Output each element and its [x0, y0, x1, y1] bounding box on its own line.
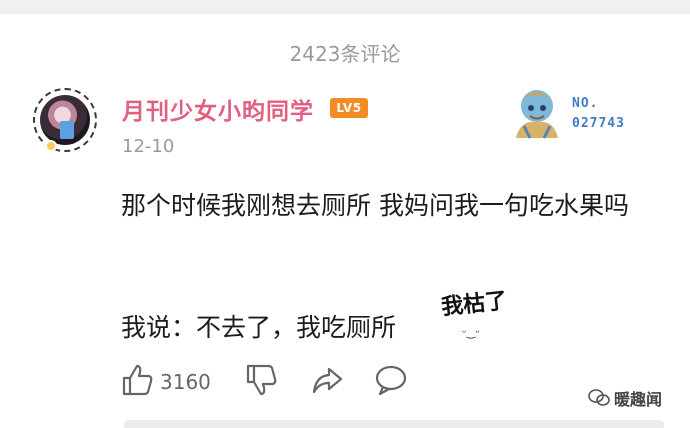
watermark: 暖趣闻: [588, 386, 662, 410]
card-number-value: 027743: [572, 116, 625, 131]
share-icon[interactable]: [310, 362, 344, 398]
avatar-badge-dot: [45, 140, 57, 152]
avatar-phone-detail: [60, 121, 74, 139]
comment-text-paragraph2: 我说：不去了，我吃厕所: [121, 313, 397, 342]
sticker-face-icon: ᵕ‿ᵕ: [462, 326, 480, 339]
like-icon[interactable]: [120, 362, 154, 398]
comment-date: 12-10: [122, 136, 175, 157]
comment-count-header: 2423条评论: [289, 42, 401, 66]
like-count: 3160: [160, 370, 211, 394]
username[interactable]: 月刊少女小昀同学: [122, 92, 314, 126]
watermark-text: 暖趣闻: [614, 390, 663, 409]
top-divider: [0, 0, 690, 14]
level-badge: LV5: [330, 98, 368, 118]
user-avatar[interactable]: [33, 88, 97, 152]
next-comment-edge: [124, 420, 664, 428]
sticker-text: 我枯了: [440, 287, 509, 321]
comment-text-paragraph1: 那个时候我刚想去厕所 我妈问我一句吃水果吗: [121, 191, 629, 220]
reply-icon[interactable]: [374, 362, 408, 398]
dislike-icon[interactable]: [244, 362, 278, 398]
fan-card-number: NO. 027743: [572, 94, 625, 134]
fan-card-icon: [516, 90, 558, 139]
wechat-icon: [588, 389, 610, 406]
card-number-prefix: NO.: [572, 96, 599, 111]
avatar-image: [40, 95, 90, 145]
